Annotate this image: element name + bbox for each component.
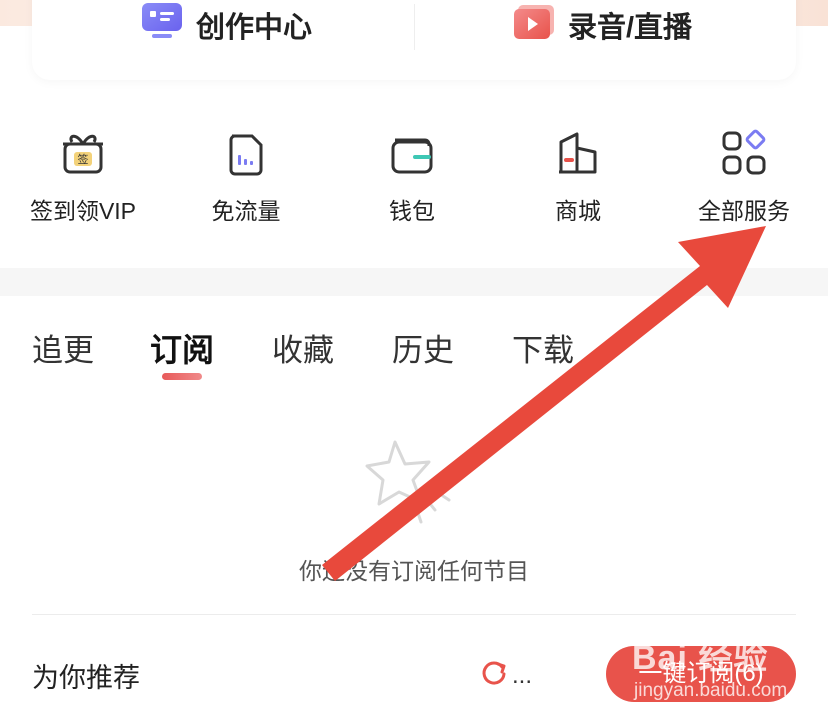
empty-state-message: 你还没有订阅任何节目 [299,558,529,584]
tab-subscriptions[interactable]: 订阅 [150,325,214,371]
quick-item-label: 免流量 [211,198,281,224]
active-tab-indicator [162,373,202,380]
refresh-label: ... [512,661,533,689]
all-services-grid-icon [722,129,766,175]
quick-item-wallet[interactable]: 钱包 [329,128,495,226]
quick-item-checkin-vip[interactable]: 签 签到领VIP [0,128,166,226]
quick-item-label: 签到领VIP [29,198,137,224]
library-tabs: 追更 订阅 收藏 历史 下载 [0,325,828,385]
recommend-title: 为你推荐 [32,663,140,693]
refresh-icon [480,658,508,693]
gift-sign-icon: 签 [63,134,103,174]
divider [32,614,796,615]
quick-item-mall[interactable]: 商城 [495,128,661,226]
quick-actions-row: 签 签到领VIP 免流量 钱包 商城 全部服务 [0,128,828,228]
creator-card: 创作中心 录音/直播 [32,0,796,80]
data-sim-icon [229,134,263,176]
star-empty-icon [365,440,451,524]
subscribe-all-button[interactable]: 一键订阅(6) [606,646,796,702]
video-record-icon [512,1,556,49]
creator-center-icon [140,1,184,49]
tab-history[interactable]: 历史 [392,325,454,370]
card-divider [414,4,415,50]
gift-badge: 签 [78,152,89,166]
tab-favorites[interactable]: 收藏 [272,325,334,370]
quick-item-label: 全部服务 [698,198,790,224]
refresh-button[interactable]: ... [480,658,532,693]
tab-follow-updates[interactable]: 追更 [32,325,94,370]
section-separator [0,268,828,296]
quick-item-free-data[interactable]: 免流量 [163,128,329,226]
creator-center-label: 创作中心 [196,12,313,44]
creator-center-button[interactable]: 创作中心 [140,0,312,50]
tab-downloads[interactable]: 下载 [512,325,574,370]
quick-item-label: 商城 [555,198,601,224]
record-live-button[interactable]: 录音/直播 [512,0,692,50]
quick-item-all-services[interactable]: 全部服务 [661,128,827,226]
wallet-icon [391,138,433,174]
quick-item-label: 钱包 [389,198,435,224]
record-live-label: 录音/直播 [568,12,693,44]
mall-icon [559,132,597,174]
